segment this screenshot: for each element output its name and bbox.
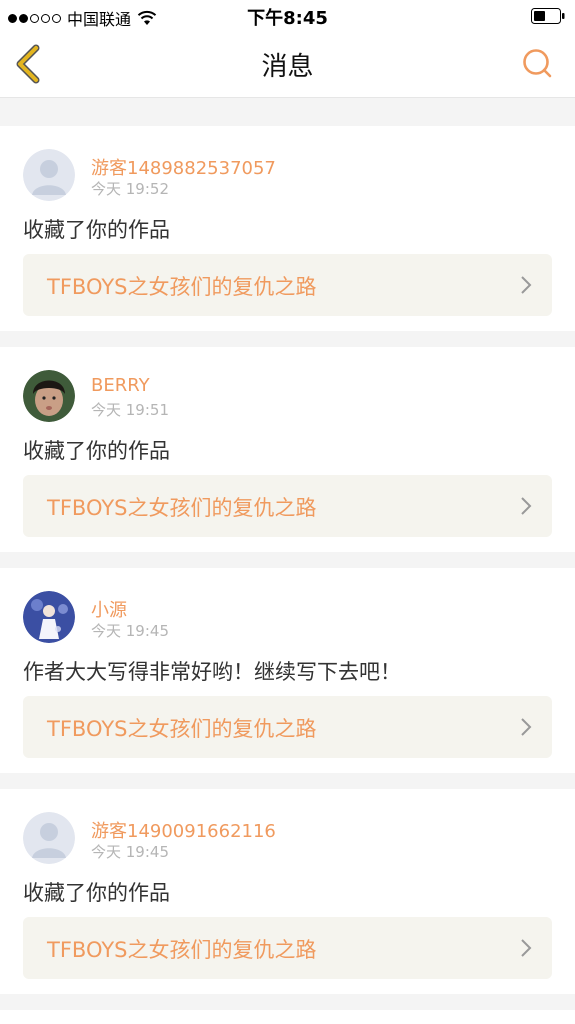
nav-bar: 消息 <box>0 32 575 98</box>
username[interactable]: BERRY <box>91 375 150 396</box>
battery-icon <box>531 8 565 24</box>
search-icon[interactable] <box>521 48 555 80</box>
timestamp: 今天 19:51 <box>91 401 169 419</box>
chevron-right-icon <box>521 497 532 515</box>
message-content: 作者大大写得非常好哟！继续写下去吧！ <box>23 660 401 684</box>
default-avatar-icon[interactable] <box>23 149 75 201</box>
work-title: TFBOYS之女孩们的复仇之路 <box>47 275 317 299</box>
separator <box>0 994 575 1010</box>
username[interactable]: 游客1490091662116 <box>91 817 276 843</box>
work-link[interactable]: TFBOYS之女孩们的复仇之路 <box>23 254 552 316</box>
message-list: 游客1489882537057 今天 19:52 收藏了你的作品 TFBOYS之… <box>0 98 575 1010</box>
username[interactable]: 小源 <box>91 596 127 622</box>
separator <box>0 98 575 126</box>
work-title: TFBOYS之女孩们的复仇之路 <box>47 938 317 962</box>
timestamp: 今天 19:45 <box>91 843 169 861</box>
list-item: 游客1489882537057 今天 19:52 收藏了你的作品 TFBOYS之… <box>0 126 575 331</box>
list-item: BERRY 今天 19:51 收藏了你的作品 TFBOYS之女孩们的复仇之路 <box>0 347 575 552</box>
status-time: 下午8:45 <box>247 8 328 29</box>
username[interactable]: 游客1489882537057 <box>91 154 276 180</box>
timestamp: 今天 19:45 <box>91 622 169 640</box>
list-item: 小源 今天 19:45 作者大大写得非常好哟！继续写下去吧！ TFBOYS之女孩… <box>0 568 575 773</box>
chevron-right-icon <box>521 939 532 957</box>
chevron-right-icon <box>521 276 532 294</box>
timestamp: 今天 19:52 <box>91 180 169 198</box>
work-title: TFBOYS之女孩们的复仇之路 <box>47 717 317 741</box>
default-avatar-icon[interactable] <box>23 812 75 864</box>
message-content: 收藏了你的作品 <box>23 881 170 905</box>
separator <box>0 331 575 347</box>
separator <box>0 773 575 789</box>
user-photo-avatar[interactable] <box>23 370 75 422</box>
message-content: 收藏了你的作品 <box>23 218 170 242</box>
page-title: 消息 <box>261 52 314 82</box>
user-photo-avatar[interactable] <box>23 591 75 643</box>
status-bar: 中国联通 下午8:45 <box>0 0 575 32</box>
work-link[interactable]: TFBOYS之女孩们的复仇之路 <box>23 696 552 758</box>
work-link[interactable]: TFBOYS之女孩们的复仇之路 <box>23 475 552 537</box>
work-link[interactable]: TFBOYS之女孩们的复仇之路 <box>23 917 552 979</box>
list-item: 游客1490091662116 今天 19:45 收藏了你的作品 TFBOYS之… <box>0 789 575 994</box>
separator <box>0 552 575 568</box>
chevron-right-icon <box>521 718 532 736</box>
work-title: TFBOYS之女孩们的复仇之路 <box>47 496 317 520</box>
message-content: 收藏了你的作品 <box>23 439 170 463</box>
